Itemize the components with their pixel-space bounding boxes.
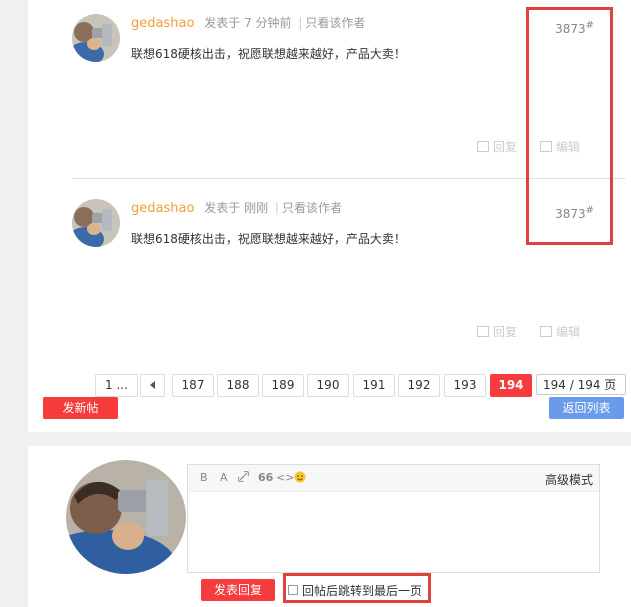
post-time: 刚刚 [244, 201, 269, 215]
avatar[interactable] [72, 14, 120, 62]
font-button[interactable]: A [220, 471, 228, 484]
page-prev[interactable] [140, 374, 165, 397]
thread-panel: gedashao 发表于 7 分钟前 | 只看该作者 联想618硬核出击，祝愿联想… [28, 0, 631, 432]
page-link[interactable]: 191 [353, 374, 395, 397]
highlight-box-option [283, 573, 431, 603]
advanced-mode-link[interactable]: 高级模式 [545, 471, 593, 488]
post-content: 联想618硬核出击，祝愿联想越来越好，产品大卖！ [131, 47, 406, 61]
reply-action[interactable]: 回复 [473, 138, 517, 155]
reply-icon [477, 326, 489, 337]
separator: | [298, 16, 303, 30]
avatar[interactable] [72, 199, 120, 247]
editor-toolbar: B A 66 <> 高级模式 [188, 465, 599, 492]
page-link[interactable]: 193 [444, 374, 486, 397]
code-button[interactable]: <> [276, 471, 294, 484]
page-link[interactable]: 190 [307, 374, 349, 397]
link-icon[interactable] [237, 470, 250, 485]
page-jump-input[interactable]: 194 [543, 378, 566, 392]
page-link[interactable]: 187 [172, 374, 214, 397]
page-total: / 194 页 [569, 378, 617, 392]
user-avatar[interactable] [66, 460, 186, 574]
edit-label: 编辑 [556, 325, 581, 339]
posted-prefix: 发表于 [204, 16, 241, 30]
quote-button[interactable]: 66 [258, 471, 273, 484]
posted-prefix: 发表于 [204, 201, 241, 215]
post-time: 7 分钟前 [244, 16, 292, 30]
reply-action[interactable]: 回复 [473, 323, 517, 340]
page-link[interactable]: 188 [217, 374, 259, 397]
edit-icon [540, 326, 552, 337]
page-current: 194 [490, 374, 532, 397]
reply-label: 回复 [493, 325, 518, 339]
reply-icon [477, 141, 489, 152]
only-author-link[interactable]: 只看该作者 [282, 201, 342, 215]
separator: | [274, 201, 279, 215]
page-jump: 194 / 194 页 [536, 374, 626, 395]
only-author-link[interactable]: 只看该作者 [305, 16, 365, 30]
post-meta: gedashao 发表于 7 分钟前 | 只看该作者 [131, 14, 365, 31]
page-first[interactable]: 1 ... [95, 374, 138, 397]
reply-editor: B A 66 <> 高级模式 [187, 464, 600, 573]
post-content: 联想618硬核出击，祝愿联想越来越好，产品大卖！ [131, 232, 406, 246]
reply-textarea[interactable] [188, 492, 599, 572]
caret-left-icon [150, 381, 155, 389]
smiley-icon[interactable] [294, 471, 306, 486]
author-link[interactable]: gedashao [131, 16, 194, 31]
reply-label: 回复 [493, 140, 518, 154]
page-link[interactable]: 192 [398, 374, 440, 397]
highlight-box-floors [526, 7, 613, 245]
page-link[interactable]: 189 [262, 374, 304, 397]
reply-panel: B A 66 <> 高级模式 发表回复 回帖后跳转到最后一页 [28, 446, 631, 607]
bold-button[interactable]: B [200, 471, 208, 484]
edit-action[interactable]: 编辑 [536, 323, 580, 340]
back-to-list-button[interactable]: 返回列表 [549, 397, 624, 419]
post-meta: gedashao 发表于 刚刚 | 只看该作者 [131, 199, 342, 216]
submit-reply-button[interactable]: 发表回复 [201, 579, 275, 601]
author-link[interactable]: gedashao [131, 201, 194, 216]
new-post-button[interactable]: 发新帖 [43, 397, 118, 419]
